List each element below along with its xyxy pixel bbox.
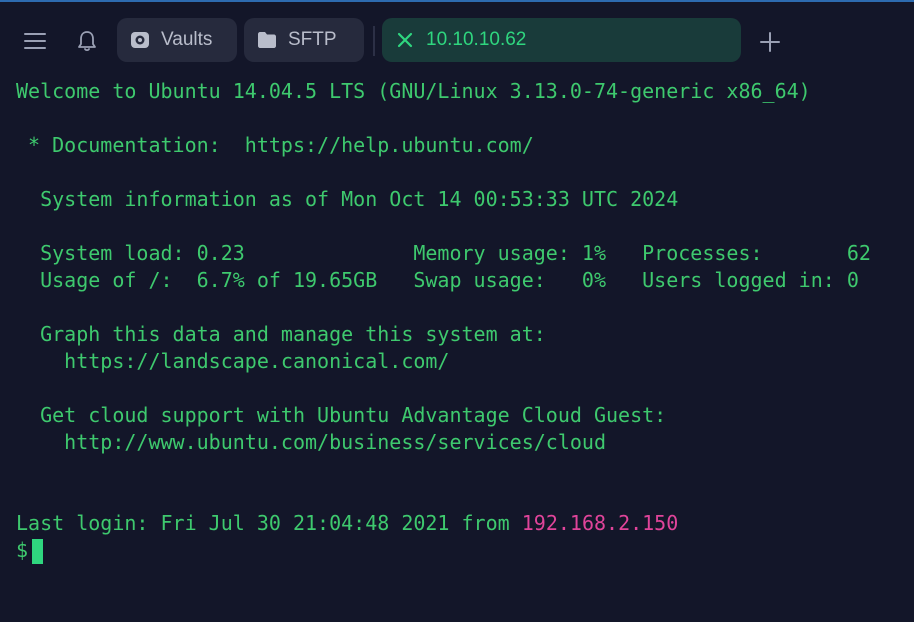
terminal-line-welcome: Welcome to Ubuntu 14.04.5 LTS (GNU/Linux… xyxy=(16,79,811,103)
terminal-line-sysinfo: System information as of Mon Oct 14 00:5… xyxy=(16,187,679,211)
shell-prompt: $ xyxy=(16,538,29,562)
terminal-prompt-line[interactable]: $ xyxy=(16,537,44,564)
folder-icon xyxy=(256,29,278,51)
terminal-line-last-login: Last login: Fri Jul 30 21:04:48 2021 fro… xyxy=(16,510,678,537)
last-login-text: Last login: Fri Jul 30 21:04:48 2021 fro… xyxy=(16,511,522,535)
terminal-line-graph-2: https://landscape.canonical.com/ xyxy=(16,349,450,373)
terminal-line-cloud-1: Get cloud support with Ubuntu Advantage … xyxy=(16,403,667,427)
terminal-output[interactable]: Welcome to Ubuntu 14.04.5 LTS (GNU/Linux… xyxy=(0,72,914,622)
plus-icon[interactable] xyxy=(752,24,788,60)
close-icon[interactable] xyxy=(394,29,416,51)
tab-sftp[interactable]: SFTP xyxy=(244,18,364,62)
tab-bar: Vaults SFTP 10.10.10.62 xyxy=(0,2,914,72)
tab-active-session[interactable]: 10.10.10.62 xyxy=(382,18,741,62)
terminal-line-graph-1: Graph this data and manage this system a… xyxy=(16,322,546,346)
hamburger-menu-icon[interactable] xyxy=(17,24,53,58)
terminal-line-stats-1: System load: 0.23 Memory usage: 1% Proce… xyxy=(16,241,871,265)
last-login-ip: 192.168.2.150 xyxy=(521,511,679,535)
terminal-cursor xyxy=(32,539,44,564)
tab-vaults-label: Vaults xyxy=(161,29,213,50)
vaults-icon xyxy=(129,29,151,51)
tab-active-label: 10.10.10.62 xyxy=(426,29,527,50)
terminal-line-documentation: * Documentation: https://help.ubuntu.com… xyxy=(16,133,534,157)
bell-icon[interactable] xyxy=(70,24,104,58)
tab-divider xyxy=(373,26,375,56)
tab-vaults[interactable]: Vaults xyxy=(117,18,237,62)
terminal-line-cloud-2: http://www.ubuntu.com/business/services/… xyxy=(16,430,607,454)
tab-sftp-label: SFTP xyxy=(288,29,337,50)
terminal-line-stats-2: Usage of /: 6.7% of 19.65GB Swap usage: … xyxy=(16,268,859,292)
